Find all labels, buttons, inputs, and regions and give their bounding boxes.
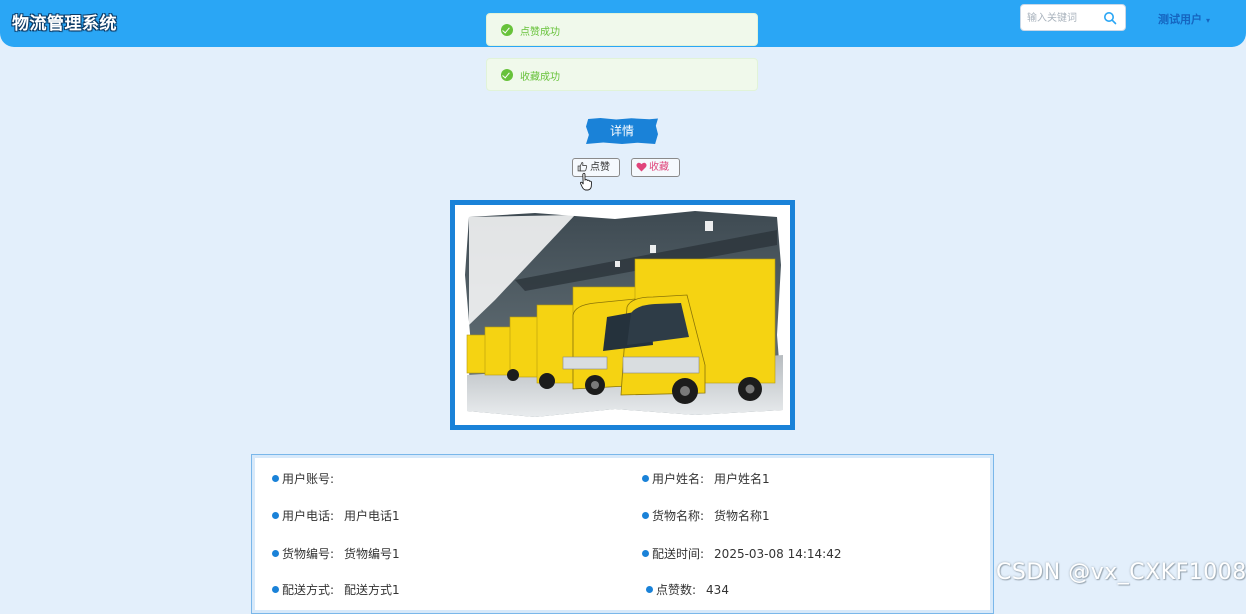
detail-title: 详情 [586,118,658,144]
info-item-delivery-time: 配送时间: 2025-03-08 14:14:42 [642,545,842,562]
info-item-cargo-name: 货物名称: 货物名称1 [642,507,770,524]
info-value: 货物编号1 [344,547,400,561]
bullet-dot-icon [272,512,279,519]
bullet-dot-icon [272,475,279,482]
info-item-delivery-method: 配送方式: 配送方式1 [272,581,400,598]
chevron-down-icon: ▾ [1206,16,1211,25]
favorite-label: 收藏 [649,162,669,173]
info-value: 货物名称1 [714,509,770,523]
info-item-cargo-number: 货物编号: 货物编号1 [272,545,400,562]
cargo-image-frame [450,200,795,430]
bullet-dot-icon [642,512,649,519]
info-label: 配送方式: [282,583,335,597]
heart-icon [636,162,647,172]
toast-message: 收藏成功 [520,72,560,83]
check-circle-icon [501,69,513,81]
info-item-user-account: 用户账号: [272,470,344,487]
bullet-dot-icon [272,550,279,557]
user-menu[interactable]: 测试用户 ▾ [1158,11,1210,27]
search-input[interactable] [1027,10,1099,26]
info-label: 用户账号: [282,472,335,486]
info-label: 用户姓名: [652,472,705,486]
favorite-button[interactable]: 收藏 [631,158,680,177]
bullet-dot-icon [642,475,649,482]
bullet-dot-icon [272,586,279,593]
hand-pointer-icon [579,172,592,191]
search-box[interactable] [1020,4,1126,31]
search-icon[interactable] [1103,11,1117,25]
info-label: 货物名称: [652,509,705,523]
toast-like-success: 点赞成功 [486,13,758,46]
cargo-image [455,205,790,425]
info-item-user-phone: 用户电话: 用户电话1 [272,507,400,524]
info-item-like-count: 点赞数: 434 [646,581,729,598]
info-value: 用户姓名1 [714,472,770,486]
thumbs-up-icon [577,161,588,172]
info-label: 货物编号: [282,547,335,561]
info-value: 2025-03-08 14:14:42 [714,547,842,561]
app-title: 物流管理系统 [12,14,117,34]
info-label: 点赞数: [656,583,697,597]
check-circle-icon [501,24,513,36]
info-label: 用户电话: [282,509,335,523]
toast-message: 点赞成功 [520,27,560,38]
watermark-text: CSDN @vx_CXKF10088 [996,560,1246,585]
info-value: 用户电话1 [344,509,400,523]
info-value: 434 [706,583,729,597]
info-label: 配送时间: [652,547,705,561]
bullet-dot-icon [642,550,649,557]
like-label: 点赞 [590,162,610,173]
bullet-dot-icon [646,586,653,593]
user-name: 测试用户 [1158,13,1202,26]
toast-favorite-success: 收藏成功 [486,58,758,91]
info-item-user-name: 用户姓名: 用户姓名1 [642,470,770,487]
delivery-trucks-image [465,211,783,417]
info-value: 配送方式1 [344,583,400,597]
